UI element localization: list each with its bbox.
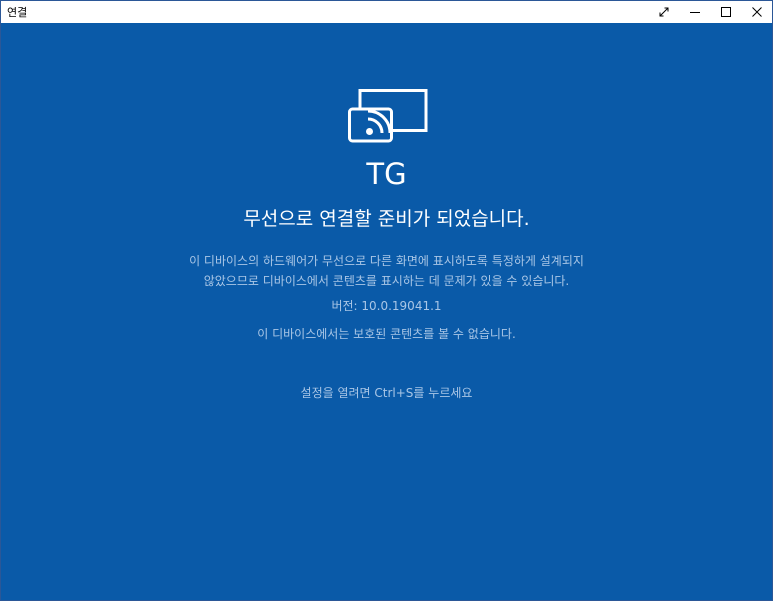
version-text: 버전: 10.0.19041.1 — [331, 299, 442, 313]
settings-shortcut-hint: 설정을 열려면 Ctrl+S를 누르세요 — [300, 386, 473, 400]
expand-button[interactable] — [648, 1, 679, 23]
hardware-warning-text: 이 디바이스의 하드웨어가 무선으로 다른 화면에 표시하도록 특정하게 설계되… — [1, 251, 772, 291]
expand-diagonal-icon — [659, 7, 669, 17]
window-controls — [648, 1, 772, 23]
title-bar[interactable]: 연결 — [1, 1, 772, 23]
minimize-icon — [689, 7, 700, 17]
close-button[interactable] — [741, 1, 772, 23]
connect-main: TG 무선으로 연결할 준비가 되었습니다. 이 디바이스의 하드웨어가 무선으… — [1, 23, 772, 600]
hardware-warning-line-1: 이 디바이스의 하드웨어가 무선으로 다른 화면에 표시하도록 특정하게 설계되… — [189, 254, 584, 268]
protected-content-notice: 이 디바이스에서는 보호된 콘텐츠를 볼 수 없습니다. — [257, 327, 516, 341]
window-title: 연결 — [7, 6, 28, 19]
maximize-button[interactable] — [710, 1, 741, 23]
close-icon — [751, 7, 762, 17]
app-window: 연결 TG 무선으로 연결할 준비가 되었습니다. 이 디바이스의 하드웨어가 … — [0, 0, 773, 601]
maximize-icon — [720, 7, 731, 17]
wireless-display-icon — [348, 89, 428, 143]
ready-status-heading: 무선으로 연결할 준비가 되었습니다. — [243, 208, 530, 230]
hardware-warning-line-2: 않았으므로 디바이스에서 콘텐츠를 표시하는 데 문제가 있을 수 있습니다. — [203, 274, 570, 288]
device-name: TG — [366, 157, 407, 191]
minimize-button[interactable] — [679, 1, 710, 23]
